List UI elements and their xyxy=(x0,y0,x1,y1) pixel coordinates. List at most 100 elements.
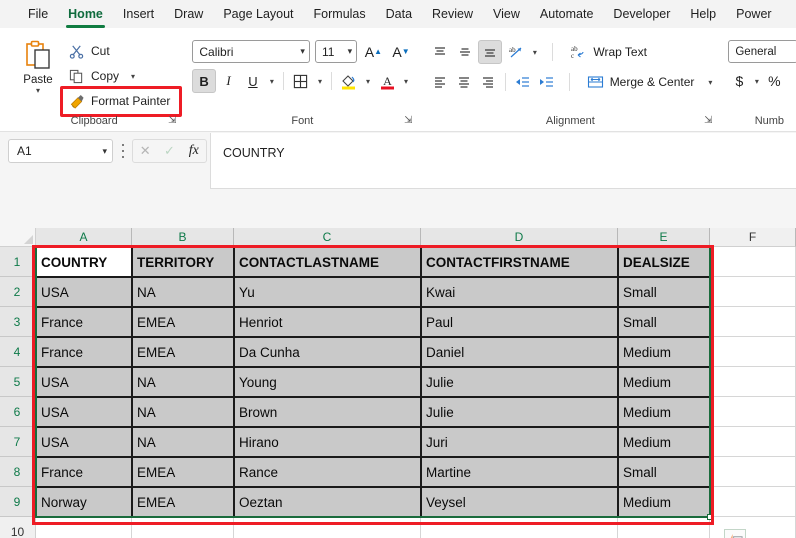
row-header-8[interactable]: 8 xyxy=(0,457,36,487)
align-middle-button[interactable] xyxy=(453,40,477,64)
column-header-e[interactable]: E xyxy=(618,228,710,247)
cell-D5[interactable]: Julie xyxy=(421,367,618,397)
orientation-button[interactable]: ab xyxy=(503,40,527,64)
cell-F7[interactable] xyxy=(710,427,796,457)
clipboard-dialog-launcher[interactable]: ⇲ xyxy=(166,115,178,127)
number-format-combo[interactable]: General xyxy=(728,40,796,63)
decrease-font-size-button[interactable]: A ▼ xyxy=(390,40,413,63)
align-top-button[interactable] xyxy=(428,40,452,64)
column-header-c[interactable]: C xyxy=(234,228,421,247)
column-header-b[interactable]: B xyxy=(132,228,234,247)
cell-E1[interactable]: DEALSIZE xyxy=(618,247,710,277)
cell-F3[interactable] xyxy=(710,307,796,337)
fill-color-button[interactable] xyxy=(337,69,360,93)
cell-A9[interactable]: Norway xyxy=(36,487,132,517)
cell-D10[interactable] xyxy=(421,517,618,538)
cancel-formula-button[interactable]: ✕ xyxy=(134,143,156,159)
cell-D3[interactable]: Paul xyxy=(421,307,618,337)
align-left-button[interactable] xyxy=(428,70,451,94)
tab-draw[interactable]: Draw xyxy=(164,3,213,26)
column-header-a[interactable]: A xyxy=(36,228,132,247)
cell-D9[interactable]: Veysel xyxy=(421,487,618,517)
cell-D2[interactable]: Kwai xyxy=(421,277,618,307)
currency-chevron-down-icon[interactable]: ▾ xyxy=(750,69,763,93)
wrap-text-button[interactable]: ab c Wrap Text xyxy=(564,40,647,64)
font-dialog-launcher[interactable]: ⇲ xyxy=(402,115,414,127)
chevron-down-icon[interactable]: ▾ xyxy=(36,87,40,95)
orientation-chevron-down-icon[interactable]: ▾ xyxy=(528,40,541,64)
fill-color-chevron-down-icon[interactable]: ▾ xyxy=(362,69,375,93)
cell-A8[interactable]: France xyxy=(36,457,132,487)
percent-button[interactable]: % xyxy=(763,70,785,93)
cell-A5[interactable]: USA xyxy=(36,367,132,397)
cell-B9[interactable]: EMEA xyxy=(132,487,234,517)
tab-power[interactable]: Power xyxy=(726,3,781,26)
cell-F4[interactable] xyxy=(710,337,796,367)
cell-D6[interactable]: Julie xyxy=(421,397,618,427)
tab-page-layout[interactable]: Page Layout xyxy=(213,3,303,26)
borders-button[interactable] xyxy=(289,69,312,93)
font-color-chevron-down-icon[interactable]: ▾ xyxy=(400,69,413,93)
cell-E4[interactable]: Medium xyxy=(618,337,710,367)
italic-button[interactable]: I xyxy=(217,69,240,93)
tab-review[interactable]: Review xyxy=(422,3,483,26)
row-header-7[interactable]: 7 xyxy=(0,427,36,457)
cell-C4[interactable]: Da Cunha xyxy=(234,337,421,367)
cell-A1[interactable]: COUNTRY xyxy=(36,247,132,277)
cell-E10[interactable] xyxy=(618,517,710,538)
tab-file[interactable]: File xyxy=(18,3,58,26)
row-header-5[interactable]: 5 xyxy=(0,367,36,397)
cell-E5[interactable]: Medium xyxy=(618,367,710,397)
fill-handle[interactable] xyxy=(707,514,713,520)
cell-A7[interactable]: USA xyxy=(36,427,132,457)
cell-A2[interactable]: USA xyxy=(36,277,132,307)
tab-data[interactable]: Data xyxy=(376,3,422,26)
copy-button[interactable]: Copy ▾ xyxy=(64,65,176,87)
formula-bar-more-button[interactable] xyxy=(119,144,127,158)
cell-D1[interactable]: CONTACTFIRSTNAME xyxy=(421,247,618,277)
underline-chevron-down-icon[interactable]: ▾ xyxy=(266,69,279,93)
cell-C3[interactable]: Henriot xyxy=(234,307,421,337)
row-header-10[interactable]: 10 xyxy=(0,517,36,538)
cell-D7[interactable]: Juri xyxy=(421,427,618,457)
cell-F8[interactable] xyxy=(710,457,796,487)
align-center-button[interactable] xyxy=(452,70,475,94)
cell-E6[interactable]: Medium xyxy=(618,397,710,427)
align-bottom-button[interactable] xyxy=(478,40,503,64)
decrease-indent-button[interactable] xyxy=(511,70,534,94)
cell-E3[interactable]: Small xyxy=(618,307,710,337)
select-all-corner-button[interactable] xyxy=(0,228,36,247)
cell-A10[interactable] xyxy=(36,517,132,538)
cell-B8[interactable]: EMEA xyxy=(132,457,234,487)
cell-A3[interactable]: France xyxy=(36,307,132,337)
bold-button[interactable]: B xyxy=(192,69,216,93)
font-color-button[interactable]: A xyxy=(375,69,398,93)
tab-insert[interactable]: Insert xyxy=(113,3,164,26)
cell-B6[interactable]: NA xyxy=(132,397,234,427)
column-header-f[interactable]: F xyxy=(710,228,796,247)
row-header-9[interactable]: 9 xyxy=(0,487,36,517)
tab-view[interactable]: View xyxy=(483,3,530,26)
font-name-combo[interactable]: Calibri ▾ xyxy=(192,40,310,63)
row-header-2[interactable]: 2 xyxy=(0,277,36,307)
quick-analysis-icon[interactable] xyxy=(724,529,746,538)
cell-B10[interactable] xyxy=(132,517,234,538)
tab-developer[interactable]: Developer xyxy=(603,3,680,26)
alignment-dialog-launcher[interactable]: ⇲ xyxy=(702,115,714,127)
align-right-button[interactable] xyxy=(477,70,500,94)
cell-E8[interactable]: Small xyxy=(618,457,710,487)
cell-C1[interactable]: CONTACTLASTNAME xyxy=(234,247,421,277)
column-header-d[interactable]: D xyxy=(421,228,618,247)
cell-D4[interactable]: Daniel xyxy=(421,337,618,367)
cell-B5[interactable]: NA xyxy=(132,367,234,397)
cell-F5[interactable] xyxy=(710,367,796,397)
underline-button[interactable]: U xyxy=(241,69,264,93)
cell-E7[interactable]: Medium xyxy=(618,427,710,457)
cell-C9[interactable]: Oeztan xyxy=(234,487,421,517)
increase-font-size-button[interactable]: A ▲ xyxy=(362,40,385,63)
merge-chevron-down-icon[interactable]: ▾ xyxy=(708,78,712,87)
cut-button[interactable]: Cut xyxy=(64,40,176,62)
cell-B3[interactable]: EMEA xyxy=(132,307,234,337)
tab-formulas[interactable]: Formulas xyxy=(304,3,376,26)
copy-chevron-down-icon[interactable]: ▾ xyxy=(131,72,135,81)
